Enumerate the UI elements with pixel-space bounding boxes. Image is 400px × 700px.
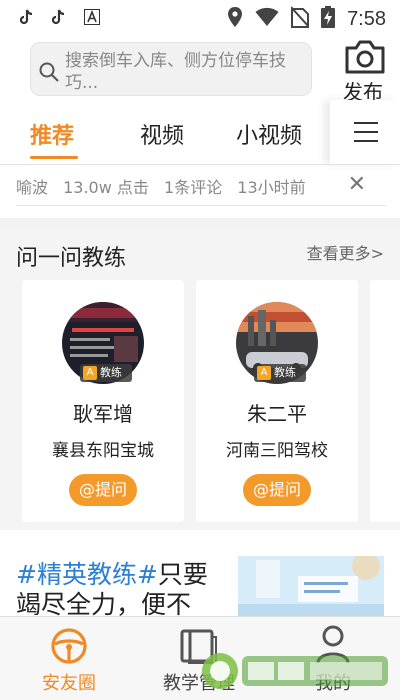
article-title-text: 只要 bbox=[157, 560, 208, 589]
search-input[interactable]: 搜索倒车入库、侧方位停车技巧... bbox=[30, 42, 312, 96]
divider bbox=[0, 164, 400, 165]
view-more-link[interactable]: 查看更多> bbox=[307, 240, 384, 264]
coach-name: 耿军增 bbox=[73, 402, 133, 426]
article-comments: 1条评论 bbox=[164, 178, 223, 197]
ask-button[interactable]: @提问 bbox=[69, 474, 137, 506]
ask-button[interactable]: @提问 bbox=[243, 474, 311, 506]
article-card[interactable]: #精英教练#只要 竭尽全力，便不 bbox=[0, 540, 400, 616]
coach-name: 朱二平 bbox=[247, 402, 307, 426]
active-tab-indicator bbox=[30, 156, 78, 159]
tiktok-icon bbox=[19, 9, 34, 29]
coach-card[interactable]: A 教练 耿军增 襄县东阳宝城 @提问 bbox=[22, 280, 184, 522]
nav-label: 安友圈 bbox=[42, 673, 96, 694]
text-app-icon bbox=[84, 9, 100, 29]
article-thumbnail bbox=[238, 556, 384, 616]
section-title: 问一问教练 bbox=[16, 246, 127, 271]
tab-recommend[interactable]: 推荐 bbox=[30, 118, 74, 150]
site-watermark-logo bbox=[200, 648, 390, 694]
status-bar: 7:58 bbox=[0, 0, 400, 36]
coach-school: 河南三阳驾校 bbox=[226, 441, 328, 461]
search-icon bbox=[39, 62, 59, 86]
steering-wheel-icon bbox=[50, 627, 88, 669]
nav-item-anyouquan[interactable]: 安友圈 bbox=[14, 623, 124, 697]
search-row: 搜索倒车入库、侧方位停车技巧... 发布 bbox=[0, 36, 400, 104]
tab-short-video[interactable]: 小视频 bbox=[236, 118, 302, 150]
article-time: 13小时前 bbox=[237, 178, 306, 197]
coach-card[interactable]: A 教练 朱二平 河南三阳驾校 @提问 bbox=[196, 280, 358, 522]
coach-badge: A 教练 bbox=[254, 364, 306, 382]
article-clicks: 13.0w 点击 bbox=[63, 178, 149, 197]
tiktok-icon bbox=[51, 9, 66, 29]
article-title: #精英教练#只要 竭尽全力，便不 bbox=[16, 560, 226, 616]
search-placeholder: 搜索倒车入库、侧方位停车技巧... bbox=[65, 51, 286, 93]
coach-badge: A 教练 bbox=[80, 364, 132, 382]
article-meta: 喻波 13.0w 点击 1条评论 13小时前 ✕ bbox=[16, 172, 386, 204]
tab-video[interactable]: 视频 bbox=[140, 118, 184, 150]
article-hashtag[interactable]: #精英教练# bbox=[16, 560, 158, 589]
divider bbox=[16, 205, 386, 206]
wifi-icon bbox=[255, 7, 279, 31]
channel-menu-button[interactable] bbox=[330, 100, 400, 164]
coach-section: 问一问教练 查看更多> A 教练 耿军增 襄县东阳宝城 @提问 A 教练 朱二平… bbox=[0, 228, 400, 530]
article-author: 喻波 bbox=[16, 178, 49, 197]
battery-charging-icon bbox=[321, 6, 336, 32]
publish-button[interactable]: 发布 bbox=[340, 38, 390, 104]
clock: 7:58 bbox=[347, 7, 386, 30]
location-icon bbox=[227, 6, 243, 32]
menu-icon bbox=[354, 122, 378, 149]
article-title-line2: 竭尽全力，便不 bbox=[16, 590, 192, 616]
coach-school: 襄县东阳宝城 bbox=[52, 441, 154, 461]
channel-tabs: 推荐 视频 小视频 1 bbox=[0, 100, 400, 164]
no-sim-icon bbox=[290, 6, 310, 32]
close-icon[interactable]: ✕ bbox=[348, 172, 366, 197]
section-gap bbox=[0, 218, 400, 228]
coach-card-peek[interactable] bbox=[370, 280, 400, 522]
camera-icon bbox=[344, 40, 386, 78]
